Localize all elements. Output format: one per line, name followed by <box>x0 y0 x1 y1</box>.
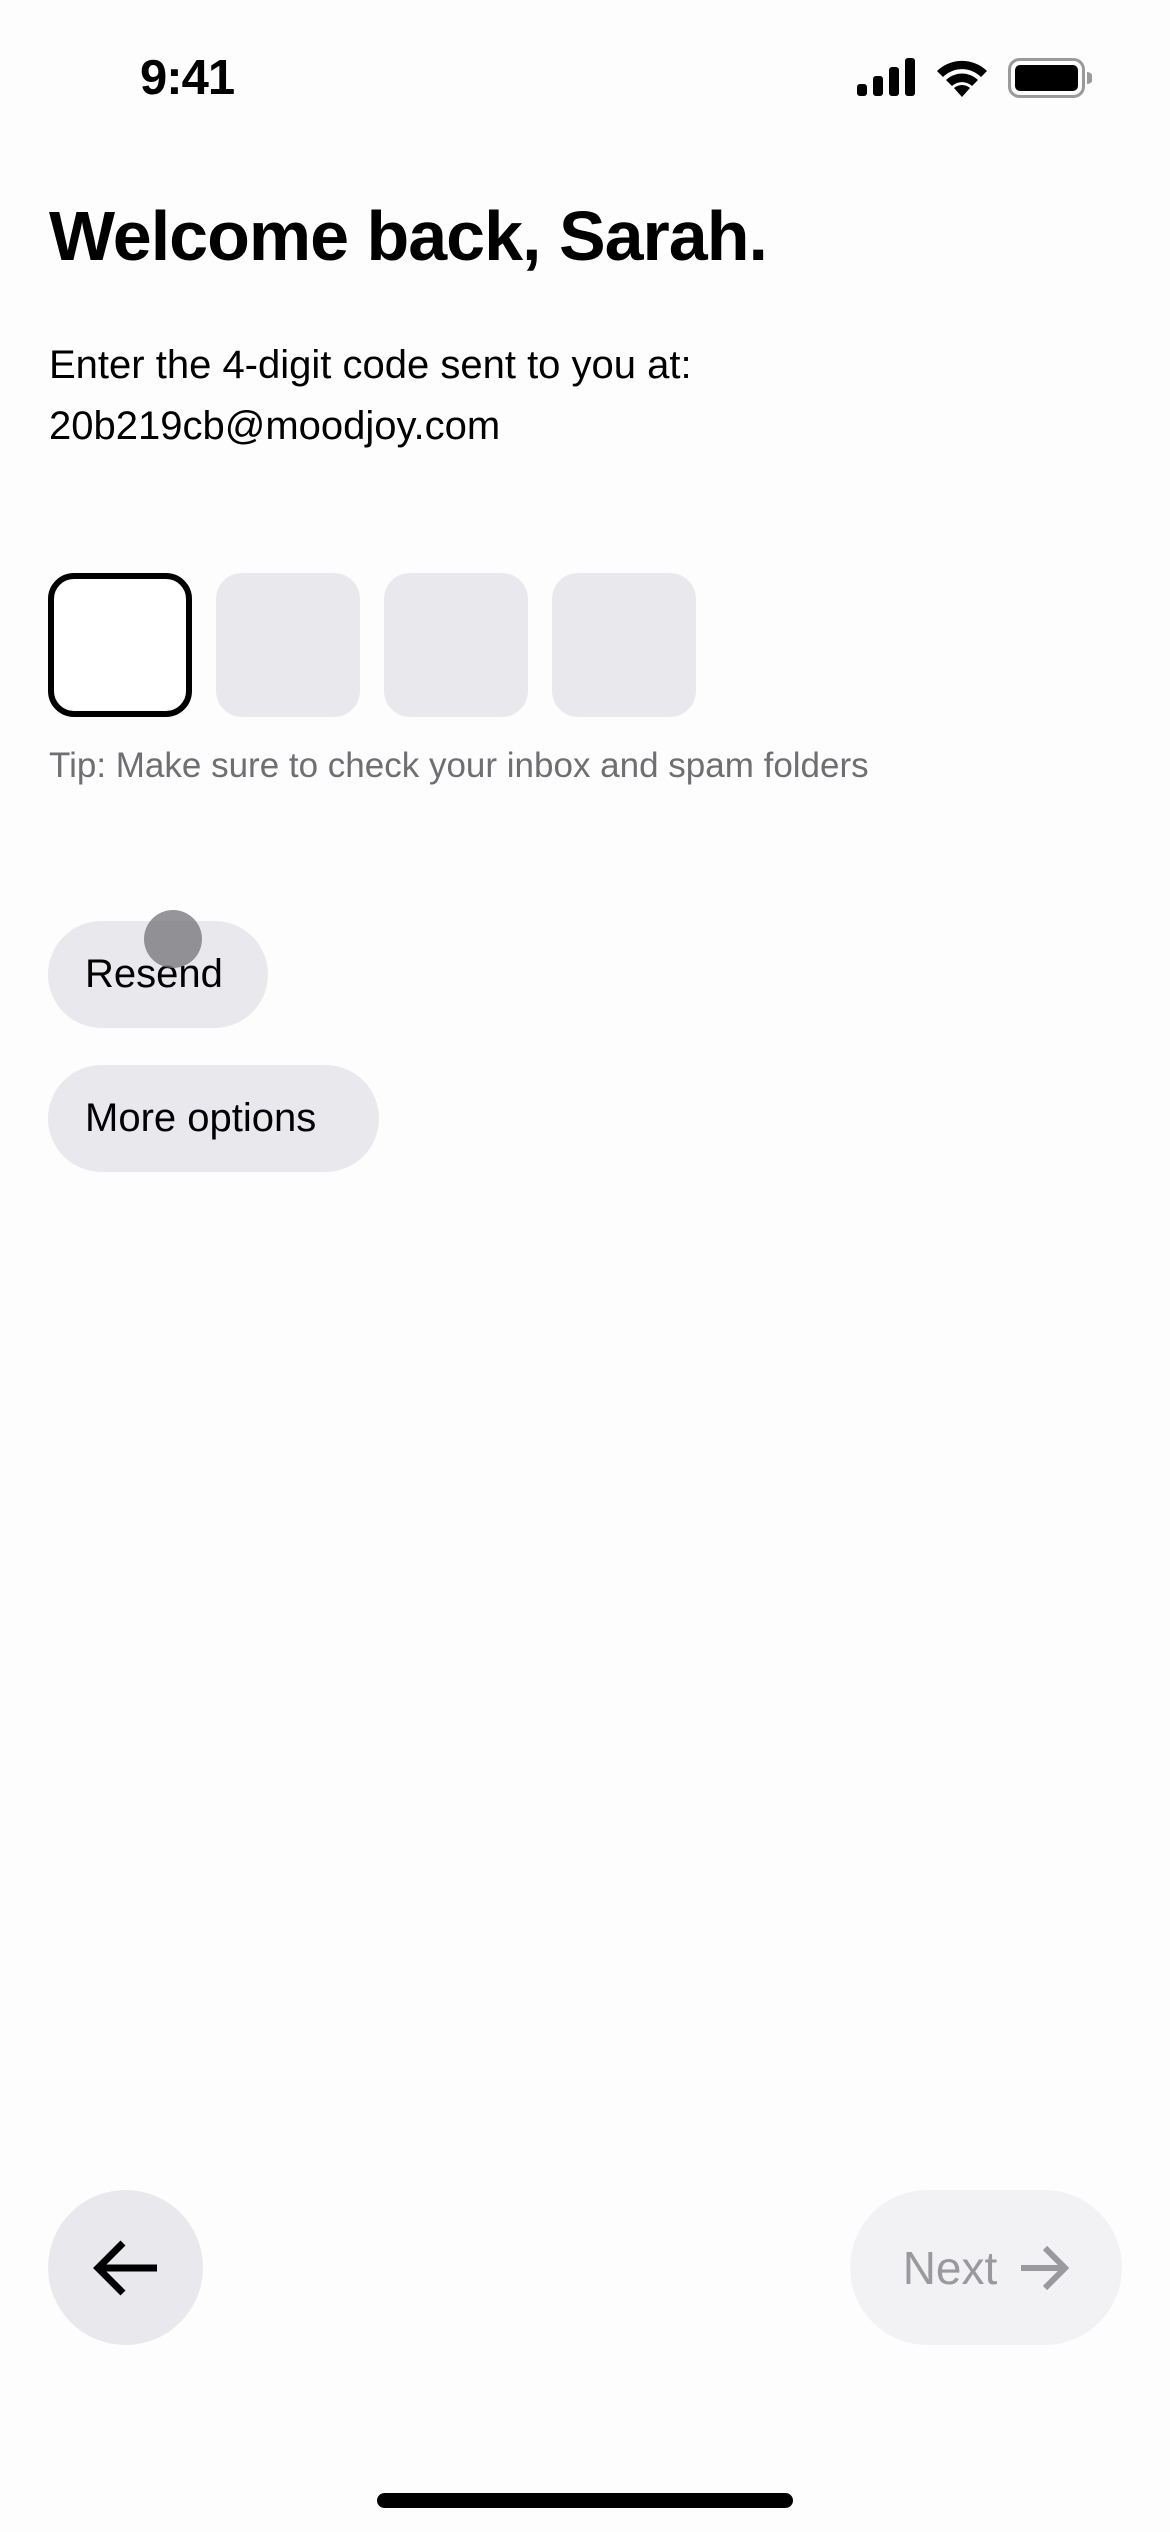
tip-text: Tip: Make sure to check your inbox and s… <box>49 746 869 785</box>
home-indicator[interactable] <box>377 2493 793 2508</box>
more-options-label: More options <box>85 1096 317 1140</box>
arrow-left-icon <box>92 2240 157 2295</box>
arrow-right-icon <box>1021 2245 1070 2290</box>
next-button[interactable]: Next <box>850 2190 1122 2345</box>
back-button[interactable] <box>48 2190 203 2345</box>
instructions: Enter the 4-digit code sent to you at: 2… <box>49 335 692 457</box>
code-digit-3[interactable] <box>384 573 528 717</box>
signal-icon <box>857 58 915 96</box>
code-digit-1[interactable] <box>48 573 192 717</box>
instructions-text: Enter the 4-digit code sent to you at: <box>49 343 692 387</box>
wifi-icon <box>937 60 987 97</box>
more-options-button[interactable]: More options <box>48 1065 379 1172</box>
code-digit-4[interactable] <box>552 573 696 717</box>
code-digit-2[interactable] <box>216 573 360 717</box>
recipient-email: 20b219cb@moodjoy.com <box>49 404 501 448</box>
code-input <box>48 573 696 717</box>
battery-icon <box>1008 58 1092 98</box>
next-label: Next <box>902 2241 998 2294</box>
touch-indicator <box>144 910 202 968</box>
status-time: 9:41 <box>140 51 235 105</box>
page-title: Welcome back, Sarah. <box>49 197 768 275</box>
